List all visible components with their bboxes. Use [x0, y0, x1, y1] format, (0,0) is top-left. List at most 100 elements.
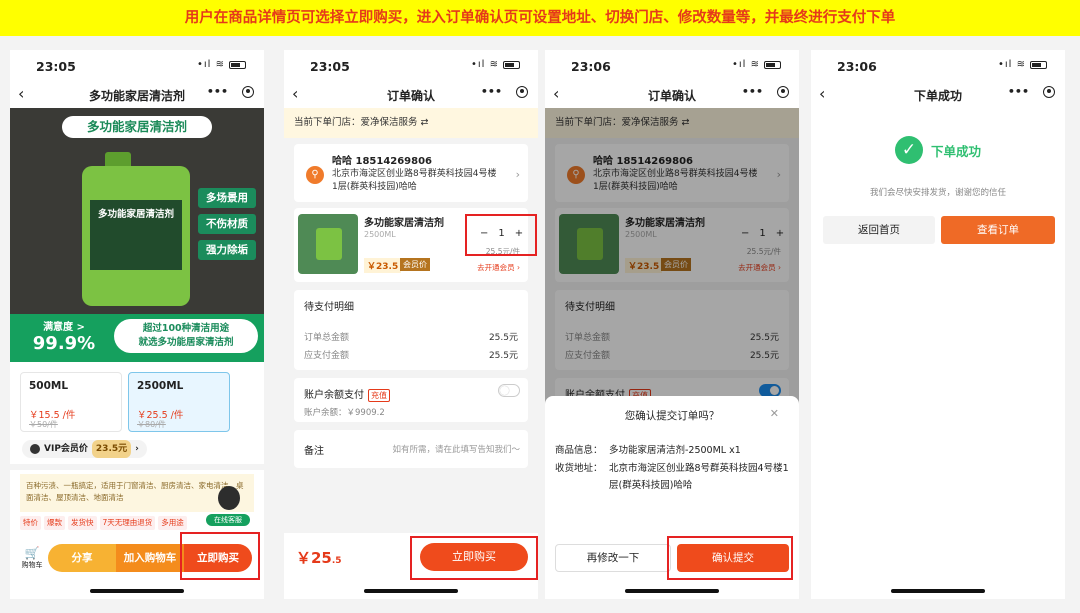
- chip: 多用途: [158, 516, 187, 530]
- status-icons: •ıl ≋: [197, 59, 246, 70]
- add-to-cart-button[interactable]: 加入购物车: [116, 544, 184, 572]
- total-decimal: .5: [331, 556, 342, 566]
- success-subtitle: 我们会尽快安排发货，谢谢您的信任: [869, 188, 1006, 198]
- remark-label: 备注: [304, 446, 324, 457]
- close-miniapp-icon[interactable]: [777, 85, 789, 98]
- product-spec: 2500ML: [364, 230, 396, 239]
- vip-icon: [30, 444, 40, 454]
- modal-title: 您确认提交订单吗？: [624, 410, 720, 422]
- cart-label: 购物车: [21, 561, 43, 569]
- status-icons: •ıl ≋: [732, 59, 781, 70]
- highlight-box: [180, 532, 260, 580]
- total-price: ￥25.5: [296, 547, 342, 568]
- balance-toggle[interactable]: [498, 384, 520, 397]
- miniapp-capsule[interactable]: •••: [207, 85, 254, 98]
- signal-wifi-icon: •ıl ≋: [196, 59, 225, 70]
- status-bar: 23:06 •ıl ≋: [545, 50, 799, 82]
- goods-info: 商品信息： 多功能家居清洁剂-2500ML x1: [555, 442, 789, 459]
- feature-tag: 多场景用: [198, 188, 256, 208]
- spec-old-price: ￥80/件: [137, 420, 166, 429]
- nav-bar: ‹ 订单确认 •••: [284, 82, 538, 108]
- address-value: 北京市海淀区创业路8号群英科技园4号楼1层(群英科技园)哈哈: [609, 463, 789, 491]
- member-price: ￥23.5: [364, 258, 402, 273]
- home-indicator: [364, 589, 458, 593]
- battery-icon: [764, 60, 781, 69]
- spec-name: 2500ML: [137, 380, 184, 392]
- spec-option-500ml[interactable]: 500ML ￥15.5 /件 ￥50/件: [20, 372, 122, 432]
- address-label: 收货地址：: [555, 463, 603, 474]
- address-card[interactable]: ⚲ 哈哈 18514269806 北京市海淀区创业路8号群英科技园4号楼1层(群…: [294, 144, 528, 202]
- chip: 发货快: [68, 516, 97, 530]
- remark-input[interactable]: 如有所需，请在此填写告知我们～: [374, 443, 520, 455]
- battery-icon: [503, 60, 520, 69]
- divider: [10, 464, 264, 470]
- signal-wifi-icon: •ıl ≋: [470, 59, 499, 70]
- share-button[interactable]: 分享: [48, 544, 116, 572]
- nav-bar: ‹ 下单成功 •••: [811, 82, 1065, 108]
- balance-card: 账户余额支付 充值 账户余额：￥9909.2: [294, 378, 528, 422]
- chevron-right-icon: ›: [515, 168, 520, 181]
- status-time: 23:06: [571, 59, 611, 74]
- more-icon[interactable]: •••: [1008, 85, 1029, 98]
- highlight-box: [465, 214, 537, 256]
- status-time: 23:05: [310, 59, 350, 74]
- order-total-row: 订单总金额 25.5元: [304, 330, 518, 343]
- service-avatar[interactable]: [218, 486, 240, 510]
- goods-value: 多功能家居清洁剂-2500ML x1: [609, 445, 741, 456]
- success-title: 下单成功: [931, 144, 982, 159]
- close-icon[interactable]: ✕: [770, 407, 779, 420]
- miniapp-capsule[interactable]: •••: [742, 85, 789, 98]
- success-check-icon: ✓: [895, 136, 923, 164]
- more-icon[interactable]: •••: [481, 85, 502, 98]
- home-indicator: [90, 589, 184, 593]
- address-info: 收货地址： 北京市海淀区创业路8号群英科技园4号楼1层(群英科技园)哈哈: [555, 460, 789, 494]
- join-member-link[interactable]: 去开通会员 ›: [477, 262, 520, 273]
- product-thumbnail: [298, 214, 358, 274]
- goods-label: 商品信息：: [555, 445, 603, 456]
- hero-slogan: 超过100种清洁用途 就选多功能居家清洁剂: [114, 319, 258, 353]
- phone-confirm-modal: 23:06 •ıl ≋ ‹ 订单确认 ••• 当前下单门店：爱净保洁服务 ⇄ ⚲…: [545, 50, 799, 599]
- modify-button[interactable]: 再修改一下: [555, 544, 671, 572]
- balance-pay-label: 账户余额支付充值: [304, 386, 390, 402]
- miniapp-capsule[interactable]: •••: [1008, 85, 1055, 98]
- vip-label: VIP会员价: [44, 444, 88, 454]
- balance-pay-text: 账户余额支付: [304, 390, 364, 401]
- status-icons: •ıl ≋: [471, 59, 520, 70]
- top-banner: 用户在商品详情页可选择立即购买，进入订单确认页可设置地址、切换门店、修改数量等，…: [0, 0, 1080, 36]
- store-switch-bar[interactable]: 当前下单门店：爱净保洁服务 ⇄: [284, 108, 538, 138]
- miniapp-capsule[interactable]: •••: [481, 85, 528, 98]
- member-badge: 会员价: [400, 258, 430, 271]
- battery-icon: [229, 60, 246, 69]
- back-home-button[interactable]: 返回首页: [823, 216, 935, 244]
- product-name: 多功能家居清洁剂: [364, 218, 444, 229]
- nav-bar: ‹ 订单确认 •••: [545, 82, 799, 108]
- more-icon[interactable]: •••: [742, 85, 763, 98]
- row-label: 应支付金额: [304, 351, 350, 361]
- status-time: 23:06: [837, 59, 877, 74]
- receiver-name-phone: 哈哈 18514269806: [332, 156, 433, 167]
- spec-option-2500ml[interactable]: 2500ML ￥25.5 /件 ￥80/件: [128, 372, 230, 432]
- row-value: 25.5元: [488, 351, 518, 361]
- jug-label: 多功能家居清洁剂: [90, 200, 182, 270]
- chip: 特价: [20, 516, 41, 530]
- close-miniapp-icon[interactable]: [516, 85, 528, 98]
- vip-price-pill[interactable]: VIP会员价 23.5元 ›: [22, 440, 147, 458]
- status-bar: 23:05 •ıl ≋: [284, 50, 538, 82]
- phone-product-detail: 23:05 •ıl ≋ ‹ 多功能家居清洁剂 ••• 多功能家居清洁剂 多功能家…: [10, 50, 264, 599]
- cart-icon: 🛒: [24, 546, 40, 560]
- slogan-line: 就选多功能居家清洁剂: [138, 337, 234, 348]
- product-hero-image: 多功能家居清洁剂 多功能家居清洁剂 多场景用 不伤材质 强力除垢 满意度 > 9…: [10, 108, 264, 362]
- close-miniapp-icon[interactable]: [242, 85, 254, 98]
- close-miniapp-icon[interactable]: [1043, 85, 1055, 98]
- section-title: 待支付明细: [304, 302, 354, 313]
- row-label: 订单总金额: [304, 333, 350, 343]
- home-indicator: [891, 589, 985, 593]
- feature-tag: 不伤材质: [198, 214, 256, 234]
- view-order-button[interactable]: 查看订单: [941, 216, 1055, 244]
- recharge-button[interactable]: 充值: [368, 389, 390, 402]
- chevron-right-icon: ›: [135, 444, 139, 454]
- product-chips: 特价 爆款 发货快 7天无理由退货 多用途: [20, 516, 254, 532]
- slogan-line: 超过100种清洁用途: [142, 323, 230, 334]
- cart-button[interactable]: 🛒 购物车: [20, 546, 44, 570]
- more-icon[interactable]: •••: [207, 85, 228, 98]
